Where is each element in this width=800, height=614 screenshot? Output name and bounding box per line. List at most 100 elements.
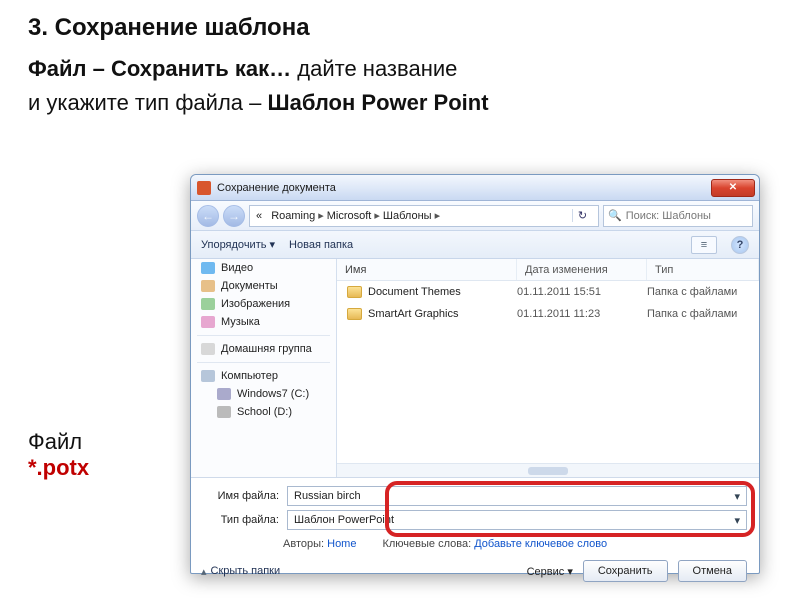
filename-field[interactable]: Russian birch (287, 486, 747, 506)
tools-menu[interactable]: Сервис ▾ (527, 565, 573, 578)
hide-folders-toggle[interactable]: ▴ Скрыть папки (201, 565, 280, 578)
col-date-header[interactable]: Дата изменения (517, 259, 647, 280)
dialog-title: Сохранение документа (217, 182, 711, 194)
help-button[interactable]: ? (731, 236, 749, 254)
view-mode-button[interactable]: ≡ (691, 236, 717, 254)
sidebar-item-label: School (D:) (237, 406, 292, 418)
new-folder-button[interactable]: Новая папка (289, 239, 353, 251)
file-listing: Имя Дата изменения Тип Document Themes 0… (337, 259, 759, 477)
file-type: Папка с файлами (647, 286, 759, 298)
chevron-right-icon: ▸ (318, 209, 324, 222)
sidebar-item[interactable]: Музыка (191, 313, 336, 331)
save-dialog: Сохранение документа ✕ ← → « Roaming ▸ M… (190, 174, 760, 574)
column-headers: Имя Дата изменения Тип (337, 259, 759, 281)
toolbar: Упорядочить ▾ Новая папка ≡ ? (191, 231, 759, 259)
pictures-icon (201, 298, 215, 310)
folder-icon (347, 308, 362, 320)
file-rows: Document Themes 01.11.2011 15:51 Папка с… (337, 281, 759, 463)
nav-forward-button[interactable]: → (223, 205, 245, 227)
col-name-header[interactable]: Имя (337, 259, 517, 280)
save-button[interactable]: Сохранить (583, 560, 668, 582)
drive-icon (217, 388, 231, 400)
authors-label: Авторы: Home (283, 538, 356, 550)
powerpoint-icon (197, 181, 211, 195)
file-note: Файл *.potx (28, 429, 89, 481)
col-type-header[interactable]: Тип (647, 259, 759, 280)
documents-icon (201, 280, 215, 292)
breadcrumb[interactable]: « Roaming ▸ Microsoft ▸ Шаблоны ▸ ↻ (249, 205, 599, 227)
file-row[interactable]: Document Themes 01.11.2011 15:51 Папка с… (337, 281, 759, 303)
bc-part[interactable]: Шаблоны (383, 210, 432, 222)
folder-icon (347, 286, 362, 298)
sidebar-separator (197, 335, 330, 336)
authors-value[interactable]: Home (327, 538, 356, 550)
keywords-label: Ключевые слова: Добавьте ключевое слово (382, 538, 607, 550)
file-row[interactable]: SmartArt Graphics 01.11.2011 11:23 Папка… (337, 303, 759, 325)
sidebar-item-label: Изображения (221, 298, 290, 310)
sidebar-item-computer[interactable]: Компьютер (191, 367, 336, 385)
form-area: Имя файла: Russian birch Тип файла: Шабл… (191, 477, 759, 532)
dialog-titlebar[interactable]: Сохранение документа ✕ (191, 175, 759, 201)
file-note-label: Файл (28, 429, 82, 454)
file-name: SmartArt Graphics (368, 308, 458, 320)
file-type: Папка с файлами (647, 308, 759, 320)
sidebar-item-drive-c[interactable]: Windows7 (C:) (191, 385, 336, 403)
homegroup-icon (201, 343, 215, 355)
search-placeholder: Поиск: Шаблоны (626, 210, 711, 222)
sidebar-item[interactable]: Изображения (191, 295, 336, 313)
bc-part[interactable]: « (256, 210, 262, 222)
refresh-button[interactable]: ↻ (572, 209, 592, 222)
nav-row: ← → « Roaming ▸ Microsoft ▸ Шаблоны ▸ ↻ … (191, 201, 759, 231)
filetype-row: Тип файла: Шаблон PowerPoint (203, 508, 747, 532)
sidebar-item-label: Документы (221, 280, 278, 292)
slide-line2-pre: и укажите тип файла – (28, 90, 267, 115)
drive-icon (217, 406, 231, 418)
filename-value: Russian birch (294, 490, 361, 502)
meta-row: Авторы: Home Ключевые слова: Добавьте кл… (191, 532, 759, 550)
nav-back-button[interactable]: ← (197, 205, 219, 227)
sidebar: Видео Документы Изображения Музыка Домаш… (191, 259, 337, 477)
sidebar-item[interactable]: Видео (191, 259, 336, 277)
slide-line2-bold: Шаблон Power Point (267, 90, 488, 115)
filetype-label: Тип файла: (203, 514, 279, 526)
keywords-value[interactable]: Добавьте ключевое слово (474, 538, 607, 550)
sidebar-item-label: Музыка (221, 316, 260, 328)
bc-sep-1 (265, 210, 268, 222)
chevron-right-icon: ▸ (374, 209, 380, 222)
music-icon (201, 316, 215, 328)
sidebar-item-drive-d[interactable]: School (D:) (191, 403, 336, 421)
button-row: ▴ Скрыть папки Сервис ▾ Сохранить Отмена (191, 550, 759, 582)
bc-part[interactable]: Roaming (271, 210, 315, 222)
close-button[interactable]: ✕ (711, 179, 755, 197)
file-note-ext: *.potx (28, 455, 89, 480)
filetype-field[interactable]: Шаблон PowerPoint (287, 510, 747, 530)
sidebar-item-label: Компьютер (221, 370, 278, 382)
bc-part[interactable]: Microsoft (327, 210, 372, 222)
slide-heading: 3. Сохранение шаблона (28, 14, 800, 42)
slide-line1-rest: дайте название (291, 56, 457, 81)
slide-line1: Файл – Сохранить как… дайте название (28, 54, 800, 84)
sidebar-item-homegroup[interactable]: Домашняя группа (191, 340, 336, 358)
chevron-right-icon: ▸ (435, 209, 441, 222)
slide-line1-bold: Файл – Сохранить как… (28, 56, 291, 81)
hide-folders-label: Скрыть папки (211, 565, 281, 577)
sidebar-item-label: Домашняя группа (221, 343, 312, 355)
horizontal-scrollbar[interactable] (337, 463, 759, 477)
sidebar-separator (197, 362, 330, 363)
search-input[interactable]: 🔍 Поиск: Шаблоны (603, 205, 753, 227)
sidebar-item-label: Windows7 (C:) (237, 388, 309, 400)
search-icon: 🔍 (608, 209, 622, 222)
cancel-button[interactable]: Отмена (678, 560, 747, 582)
chevron-up-icon: ▴ (201, 565, 207, 578)
filename-label: Имя файла: (203, 490, 279, 502)
close-icon: ✕ (729, 182, 737, 193)
video-icon (201, 262, 215, 274)
filetype-value: Шаблон PowerPoint (294, 514, 394, 526)
organize-menu[interactable]: Упорядочить ▾ (201, 238, 275, 251)
sidebar-item[interactable]: Документы (191, 277, 336, 295)
scrollbar-thumb[interactable] (528, 467, 568, 475)
filename-row: Имя файла: Russian birch (203, 484, 747, 508)
file-name: Document Themes (368, 286, 461, 298)
sidebar-item-label: Видео (221, 262, 253, 274)
file-date: 01.11.2011 15:51 (517, 286, 647, 298)
